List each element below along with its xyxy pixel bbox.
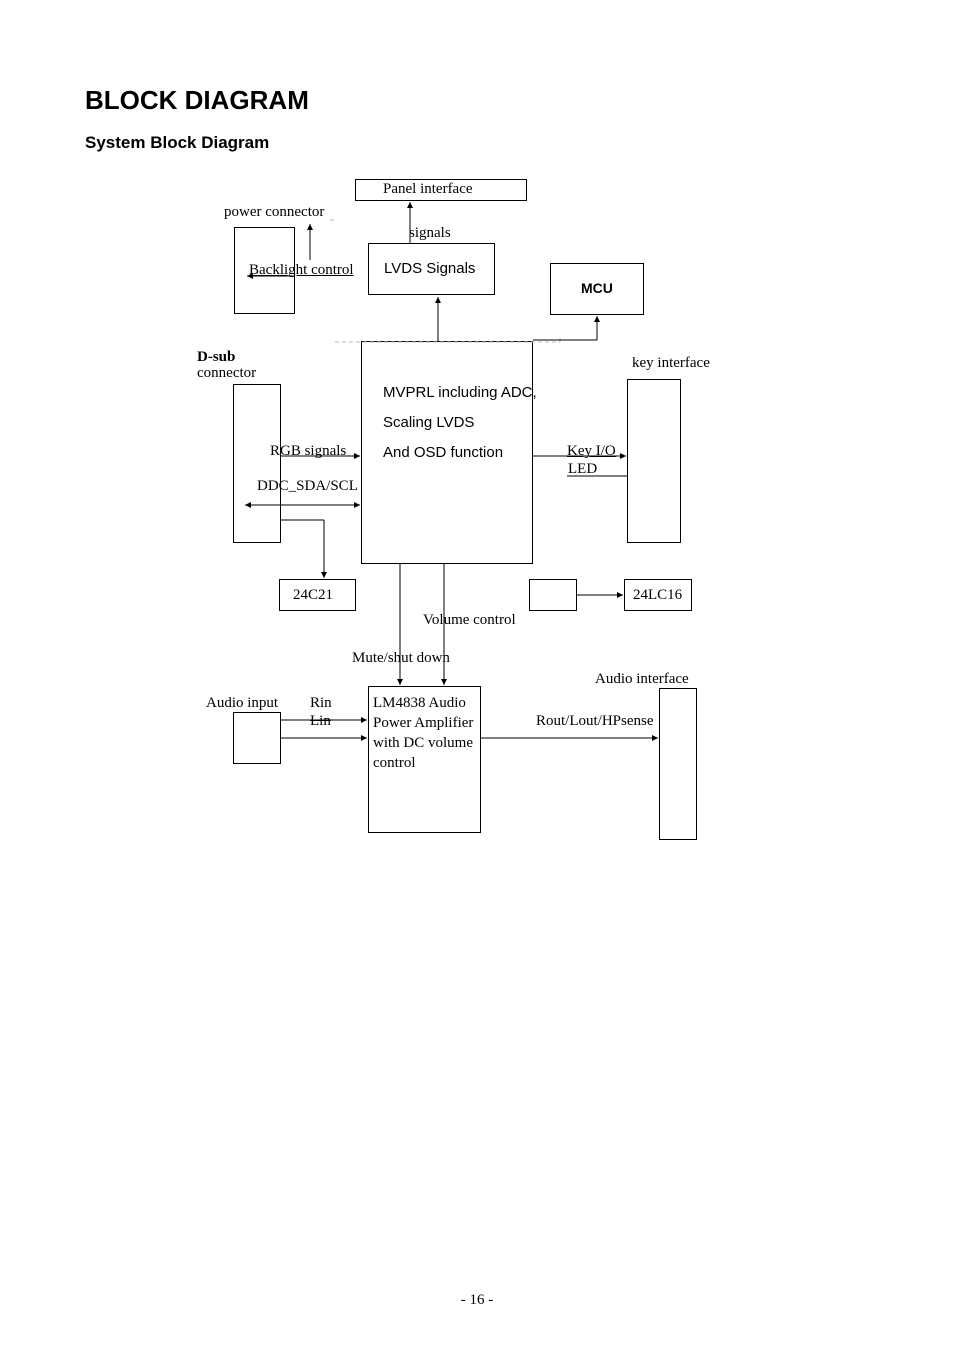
label-rout: Rout/Lout/HPsense	[536, 712, 654, 730]
label-led: LED	[568, 460, 597, 478]
page-title: BLOCK DIAGRAM	[85, 85, 309, 116]
label-backlight-control: Backlight control	[249, 261, 354, 279]
label-signals: signals	[409, 224, 451, 242]
box-audio-out	[659, 688, 697, 840]
box-audio-input	[233, 712, 281, 764]
label-power-connector: power connector	[224, 203, 324, 221]
label-ddc: DDC_SDA/SCL	[257, 477, 358, 495]
box-i2c	[529, 579, 577, 611]
label-lm3: with DC volume	[373, 734, 473, 752]
label-lvds: LVDS Signals	[384, 260, 475, 278]
label-lm4: control	[373, 754, 416, 772]
connectors	[0, 0, 954, 1351]
label-mcu: MCU	[581, 280, 613, 297]
label-rgb: RGB signals	[270, 442, 346, 460]
box-dsub	[233, 384, 281, 543]
label-connector: connector	[197, 364, 256, 382]
label-key-interface: key interface	[632, 354, 710, 372]
label-lin: Lin	[310, 712, 331, 730]
label-audio-interface: Audio interface	[595, 670, 689, 688]
label-mvprl3: And OSD function	[383, 444, 503, 462]
label-24c21: 24C21	[293, 586, 333, 604]
label-rin: Rin	[310, 694, 332, 712]
label-mute: Mute/shut down	[352, 649, 450, 667]
label-audio-input: Audio input	[206, 694, 278, 712]
label-volume: Volume control	[423, 611, 516, 629]
box-key-interface	[627, 379, 681, 543]
page-subtitle: System Block Diagram	[85, 133, 269, 153]
label-mvprl2: Scaling LVDS	[383, 414, 474, 432]
label-keyio: Key I/O	[567, 442, 616, 460]
label-mvprl1: MVPRL including ADC,	[383, 384, 537, 402]
label-lm2: Power Amplifier	[373, 714, 473, 732]
label-24lc16: 24LC16	[633, 586, 682, 604]
page-footer: - 16 -	[0, 1292, 954, 1309]
label-panel-interface: Panel interface	[383, 180, 473, 198]
label-lm1: LM4838 Audio	[373, 694, 466, 712]
